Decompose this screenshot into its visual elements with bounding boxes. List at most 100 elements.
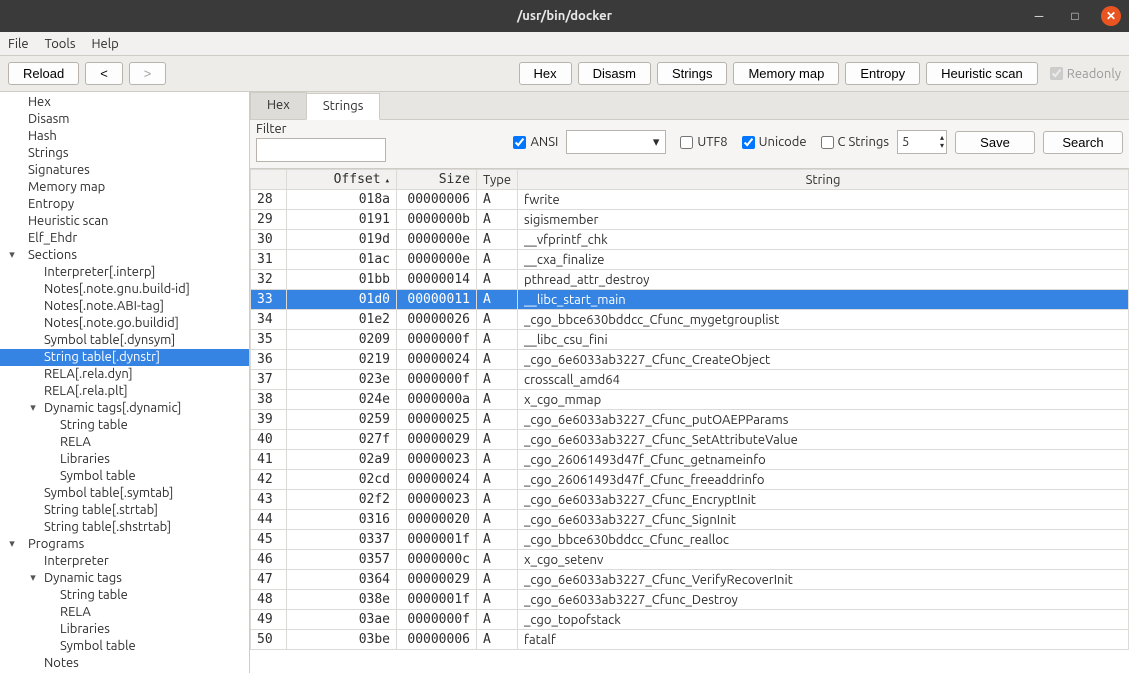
tree-item[interactable]: Sections bbox=[0, 247, 249, 264]
save-button[interactable]: Save bbox=[955, 131, 1035, 154]
utf8-checkbox[interactable]: UTF8 bbox=[680, 135, 727, 149]
table-row[interactable]: 4903ae0000000fA_cgo_topofstack bbox=[251, 610, 1129, 630]
table-row[interactable]: 39025900000025A_cgo_6e6033ab3227_Cfunc_p… bbox=[251, 410, 1129, 430]
sidebar-tree[interactable]: HexDisasmHashStringsSignaturesMemory map… bbox=[0, 92, 250, 673]
cell-offset: 0209 bbox=[287, 330, 397, 350]
col-type[interactable]: Type bbox=[477, 170, 518, 190]
table-row[interactable]: 37023e0000000fAcrosscall_amd64 bbox=[251, 370, 1129, 390]
tree-item[interactable]: Libraries bbox=[0, 621, 249, 638]
table-row[interactable]: 3101ac0000000eA__cxa_finalize bbox=[251, 250, 1129, 270]
table-row[interactable]: 40027f00000029A_cgo_6e6033ab3227_Cfunc_S… bbox=[251, 430, 1129, 450]
tree-item[interactable]: String table bbox=[0, 417, 249, 434]
view-heuristic-scan-button[interactable]: Heuristic scan bbox=[926, 62, 1038, 85]
tree-item[interactable]: Disasm bbox=[0, 111, 249, 128]
col-size[interactable]: Size bbox=[397, 170, 477, 190]
tree-item[interactable]: Symbol table[.dynsym] bbox=[0, 332, 249, 349]
tree-item[interactable]: Memory map bbox=[0, 179, 249, 196]
back-button[interactable]: < bbox=[85, 62, 123, 85]
view-memory-map-button[interactable]: Memory map bbox=[733, 62, 839, 85]
tree-item[interactable]: Signatures bbox=[0, 162, 249, 179]
maximize-button[interactable]: □ bbox=[1065, 6, 1085, 26]
table-row[interactable]: 38024e0000000aAx_cgo_mmap bbox=[251, 390, 1129, 410]
tree-item[interactable]: Notes bbox=[0, 655, 249, 672]
tree-item[interactable]: Notes[.note.ABI-tag] bbox=[0, 298, 249, 315]
tree-item[interactable]: RELA[.rela.dyn] bbox=[0, 366, 249, 383]
tab-hex[interactable]: Hex bbox=[250, 92, 307, 119]
cell-size: 00000006 bbox=[397, 630, 477, 650]
tree-item[interactable]: Hex bbox=[0, 94, 249, 111]
close-button[interactable]: ✕ bbox=[1101, 6, 1121, 26]
col-index[interactable] bbox=[251, 170, 287, 190]
tree-item[interactable]: Libraries bbox=[0, 451, 249, 468]
tree-item[interactable]: Symbol table[.symtab] bbox=[0, 485, 249, 502]
table-row[interactable]: 4603570000000cAx_cgo_setenv bbox=[251, 550, 1129, 570]
tree-item[interactable]: String table[.strtab] bbox=[0, 502, 249, 519]
cell-string: _cgo_6e6033ab3227_Cfunc_SetAttributeValu… bbox=[518, 430, 1129, 450]
table-row[interactable]: 4202cd00000024A_cgo_26061493d47f_Cfunc_f… bbox=[251, 470, 1129, 490]
table-row[interactable]: 3401e200000026A_cgo_bbce630bddcc_Cfunc_m… bbox=[251, 310, 1129, 330]
filter-input[interactable] bbox=[256, 138, 386, 162]
search-button[interactable]: Search bbox=[1043, 131, 1123, 154]
view-entropy-button[interactable]: Entropy bbox=[845, 62, 920, 85]
table-row[interactable]: 4102a900000023A_cgo_26061493d47f_Cfunc_g… bbox=[251, 450, 1129, 470]
cell-offset: 0357 bbox=[287, 550, 397, 570]
cell-offset: 01bb bbox=[287, 270, 397, 290]
tab-strings[interactable]: Strings bbox=[306, 93, 381, 120]
tree-item[interactable]: RELA bbox=[0, 434, 249, 451]
readonly-checkbox[interactable]: Readonly bbox=[1050, 67, 1121, 81]
view-hex-button[interactable]: Hex bbox=[519, 62, 572, 85]
col-offset[interactable]: Offset▴ bbox=[287, 170, 397, 190]
table-row[interactable]: 5003be00000006Afatalf bbox=[251, 630, 1129, 650]
table-row[interactable]: 28018a00000006Afwrite bbox=[251, 190, 1129, 210]
tree-item[interactable]: Notes[.note.gnu.build-id] bbox=[0, 281, 249, 298]
readonly-input[interactable] bbox=[1050, 67, 1063, 80]
forward-button[interactable]: > bbox=[129, 62, 167, 85]
tree-item[interactable]: Programs bbox=[0, 536, 249, 553]
tree-item[interactable]: String table[.dynstr] bbox=[0, 349, 249, 366]
col-string[interactable]: String bbox=[518, 170, 1129, 190]
table-row[interactable]: 48038e0000001fA_cgo_6e6033ab3227_Cfunc_D… bbox=[251, 590, 1129, 610]
table-row[interactable]: 3301d000000011A__libc_start_main bbox=[251, 290, 1129, 310]
tree-item-label: Interpreter bbox=[44, 554, 109, 568]
view-strings-button[interactable]: Strings bbox=[657, 62, 727, 85]
table-row[interactable]: 4503370000001fA_cgo_bbce630bddcc_Cfunc_r… bbox=[251, 530, 1129, 550]
tree-item[interactable]: RELA[.rela.plt] bbox=[0, 383, 249, 400]
ansi-combo[interactable]: ▾ bbox=[566, 130, 666, 154]
tree-item[interactable]: Heuristic scan bbox=[0, 213, 249, 230]
tree-item[interactable]: Interpreter[.interp] bbox=[0, 264, 249, 281]
menu-file[interactable]: File bbox=[8, 37, 29, 51]
table-row[interactable]: 44031600000020A_cgo_6e6033ab3227_Cfunc_S… bbox=[251, 510, 1129, 530]
table-row[interactable]: 3201bb00000014Apthread_attr_destroy bbox=[251, 270, 1129, 290]
table-row[interactable]: 4302f200000023A_cgo_6e6033ab3227_Cfunc_E… bbox=[251, 490, 1129, 510]
minimize-button[interactable]: ─ bbox=[1029, 6, 1049, 26]
ansi-checkbox[interactable]: ANSI bbox=[513, 135, 558, 149]
menu-tools[interactable]: Tools bbox=[45, 37, 76, 51]
table-row[interactable]: 47036400000029A_cgo_6e6033ab3227_Cfunc_V… bbox=[251, 570, 1129, 590]
tree-item[interactable]: Hash bbox=[0, 128, 249, 145]
tree-item[interactable]: Symbol table bbox=[0, 468, 249, 485]
menu-help[interactable]: Help bbox=[91, 37, 118, 51]
tree-item[interactable]: Entropy bbox=[0, 196, 249, 213]
table-row[interactable]: 36021900000024A_cgo_6e6033ab3227_Cfunc_C… bbox=[251, 350, 1129, 370]
tree-item[interactable]: String table[.shstrtab] bbox=[0, 519, 249, 536]
reload-button[interactable]: Reload bbox=[8, 62, 79, 85]
tree-item[interactable]: String table bbox=[0, 587, 249, 604]
tree-item[interactable]: Elf_Ehdr bbox=[0, 230, 249, 247]
tree-item[interactable]: Dynamic tags bbox=[0, 570, 249, 587]
strings-table-wrap[interactable]: Offset▴ Size Type String 28018a00000006A… bbox=[250, 169, 1129, 673]
tree-item[interactable]: Strings bbox=[0, 145, 249, 162]
tree-item[interactable]: Notes[.note.go.buildid] bbox=[0, 315, 249, 332]
cstrings-checkbox[interactable]: C Strings bbox=[821, 135, 890, 149]
tree-item[interactable]: Dynamic tags[.dynamic] bbox=[0, 400, 249, 417]
min-length-spin[interactable]: 5 ▴▾ bbox=[897, 130, 947, 154]
table-row[interactable]: 30019d0000000eA__vfprintf_chk bbox=[251, 230, 1129, 250]
unicode-checkbox[interactable]: Unicode bbox=[742, 135, 807, 149]
spin-down-icon[interactable]: ▾ bbox=[940, 142, 944, 150]
table-row[interactable]: 2901910000000bAsigismember bbox=[251, 210, 1129, 230]
table-row[interactable]: 3502090000000fA__libc_csu_fini bbox=[251, 330, 1129, 350]
view-disasm-button[interactable]: Disasm bbox=[578, 62, 651, 85]
tree-item[interactable]: RELA bbox=[0, 604, 249, 621]
tree-item-label: Programs bbox=[28, 537, 84, 551]
tree-item[interactable]: Symbol table bbox=[0, 638, 249, 655]
tree-item[interactable]: Interpreter bbox=[0, 553, 249, 570]
